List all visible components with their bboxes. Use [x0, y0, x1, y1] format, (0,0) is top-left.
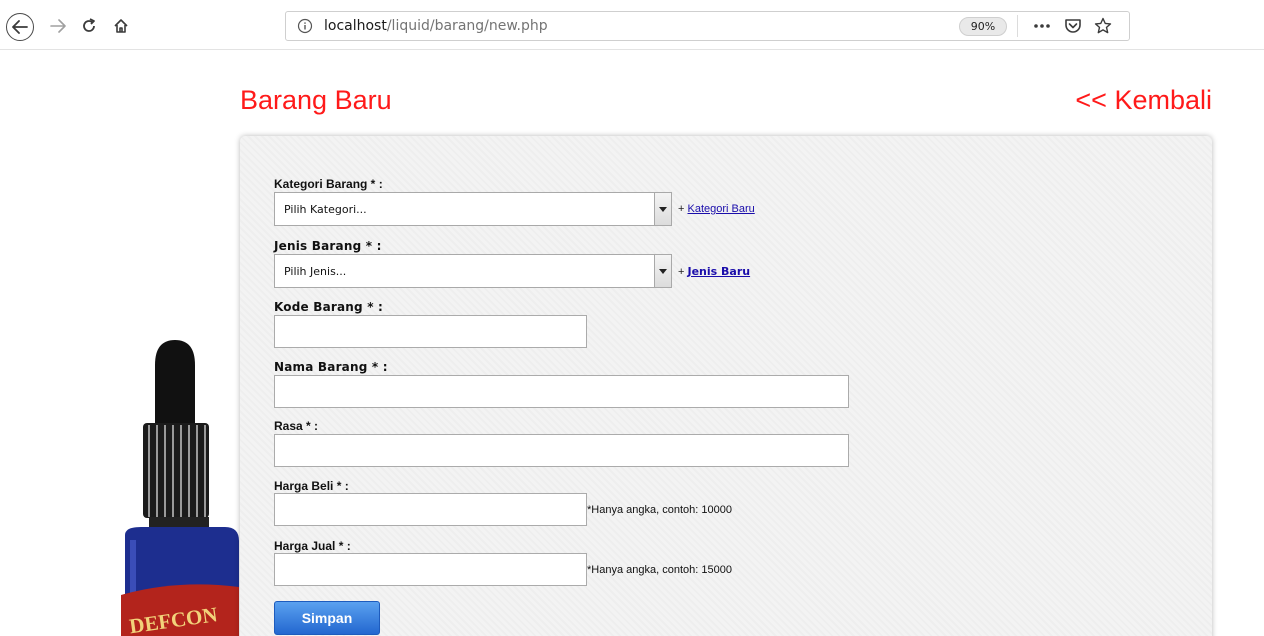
reload-icon[interactable]	[77, 14, 101, 38]
more-icon[interactable]	[1031, 16, 1053, 36]
url-host: localhost	[324, 18, 387, 34]
simpan-button[interactable]: Simpan	[274, 601, 380, 635]
jenis-baru-link[interactable]: Jenis Baru	[687, 265, 750, 278]
harga-beli-label: Harga Beli * :	[274, 479, 349, 493]
url-text[interactable]: localhost/liquid/barang/new.php	[324, 18, 548, 34]
kategori-baru-link[interactable]: Kategori Baru	[687, 203, 754, 215]
zoom-badge[interactable]: 90%	[959, 17, 1007, 36]
harga-beli-input[interactable]	[274, 493, 587, 526]
home-icon[interactable]	[109, 14, 133, 38]
jenis-selected-value: Pilih Jenis...	[284, 265, 347, 278]
chevron-down-icon[interactable]	[654, 255, 671, 287]
forward-icon[interactable]	[46, 14, 70, 38]
jenis-label: Jenis Barang * :	[274, 239, 382, 253]
rasa-label: Rasa * :	[274, 419, 319, 433]
pocket-icon[interactable]	[1062, 16, 1084, 36]
url-bar[interactable]: localhost/liquid/barang/new.php 90%	[285, 11, 1130, 41]
nama-barang-input[interactable]	[274, 375, 849, 408]
rasa-input[interactable]	[274, 434, 849, 467]
form-panel: Kategori Barang * : Pilih Kategori... + …	[240, 136, 1212, 636]
kategori-select[interactable]: Pilih Kategori...	[274, 192, 672, 226]
back-icon[interactable]	[6, 13, 34, 41]
add-jenis: + Jenis Baru	[678, 265, 750, 278]
kode-label: Kode Barang * :	[274, 300, 384, 314]
kategori-label: Kategori Barang * :	[274, 177, 383, 191]
back-link[interactable]: << Kembali	[1075, 85, 1212, 116]
nama-label: Nama Barang * :	[274, 360, 388, 374]
info-icon[interactable]	[296, 17, 314, 35]
harga-jual-hint: *Hanya angka, contoh: 15000	[587, 564, 732, 576]
harga-beli-hint: *Hanya angka, contoh: 10000	[587, 504, 732, 516]
chevron-down-icon[interactable]	[654, 193, 671, 225]
page-title: Barang Baru	[240, 85, 392, 115]
url-path: /liquid/barang/new.php	[386, 18, 548, 34]
bookmark-star-icon[interactable]	[1092, 16, 1114, 36]
kode-barang-input[interactable]	[274, 315, 587, 348]
kategori-selected-value: Pilih Kategori...	[284, 203, 367, 216]
browser-toolbar: localhost/liquid/barang/new.php 90%	[0, 0, 1264, 50]
url-separator	[1017, 15, 1018, 37]
harga-jual-input[interactable]	[274, 553, 587, 586]
product-bottle-image: DEFCON	[121, 340, 239, 636]
jenis-select[interactable]: Pilih Jenis...	[274, 254, 672, 288]
add-kategori: + Kategori Baru	[678, 203, 755, 215]
harga-jual-label: Harga Jual * :	[274, 539, 351, 553]
